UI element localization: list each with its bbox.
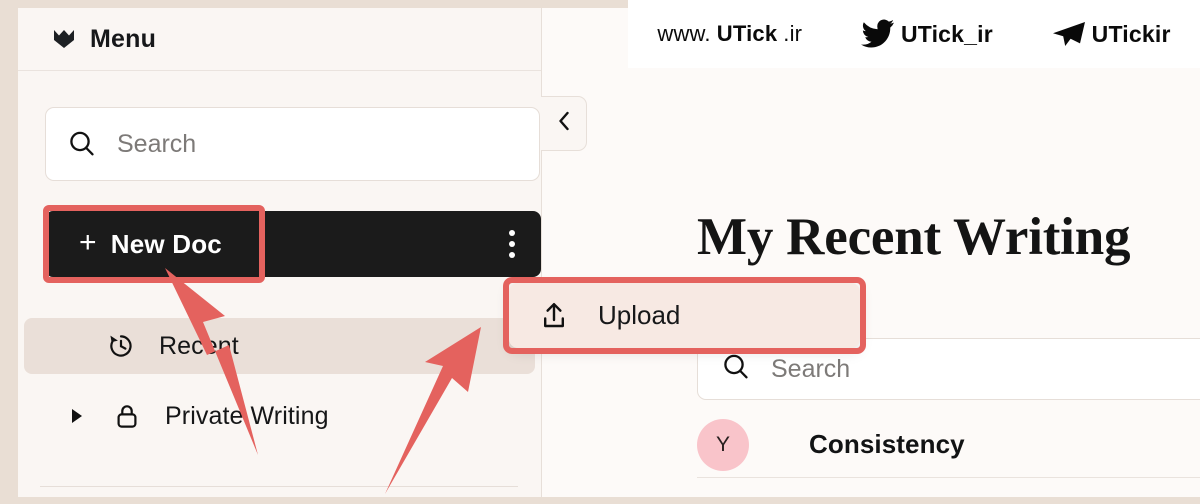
- search-icon: [720, 351, 752, 388]
- sidebar-divider: [40, 486, 518, 487]
- sidebar-item-recent-label: Recent: [159, 331, 239, 360]
- sidebar-header: Menu: [18, 8, 541, 71]
- upload-icon: [537, 299, 571, 333]
- sidebar-item-private-writing-label: Private Writing: [165, 401, 329, 430]
- plus-icon: +: [79, 226, 97, 259]
- watermark-website-prefix: www.: [657, 21, 711, 46]
- watermark-telegram: UTickir: [1052, 20, 1171, 48]
- screenshot-root: Menu Search + New Doc Recent Private Wri…: [0, 0, 1200, 504]
- main-panel: My Recent Writing Search Y Consistency: [542, 8, 1200, 497]
- watermark-twitter: UTick_ir: [860, 19, 993, 49]
- lock-icon: [110, 401, 144, 431]
- history-clock-icon: [104, 331, 138, 361]
- twitter-bird-icon: [860, 19, 895, 49]
- sidebar-item-recent[interactable]: Recent: [24, 318, 535, 374]
- main-search-placeholder: Search: [771, 354, 851, 383]
- app-window: Menu Search + New Doc Recent Private Wri…: [18, 8, 1200, 497]
- sidebar-search-placeholder: Search: [117, 129, 197, 158]
- new-doc-label: New Doc: [110, 228, 222, 259]
- watermark-bar: www. UTick .ir UTick_ir UTickir: [628, 0, 1200, 68]
- avatar: Y: [697, 418, 749, 471]
- page-title: My Recent Writing: [697, 208, 1131, 266]
- upload-label: Upload: [598, 300, 681, 330]
- avatar-letter: Y: [715, 432, 730, 456]
- telegram-plane-icon: [1052, 20, 1086, 48]
- sidebar-item-private-writing[interactable]: Private Writing: [24, 388, 535, 444]
- list-item[interactable]: Y Consistency: [697, 412, 1200, 478]
- menu-title: Menu: [90, 24, 157, 53]
- watermark-twitter-handle: UTick_ir: [900, 20, 993, 47]
- new-doc-bar[interactable]: + New Doc: [45, 211, 541, 277]
- caret-right-icon[interactable]: [62, 407, 92, 425]
- search-icon: [66, 128, 98, 160]
- new-doc-button[interactable]: + New Doc: [79, 226, 222, 260]
- upload-menu-item[interactable]: Upload: [509, 283, 860, 348]
- watermark-website: www. UTick .ir: [657, 21, 802, 47]
- sidebar-search-input[interactable]: Search: [45, 107, 540, 181]
- document-title: Consistency: [809, 429, 965, 459]
- kebab-menu-icon[interactable]: [505, 226, 519, 262]
- chevron-logo-icon: [51, 26, 77, 52]
- watermark-telegram-handle: UTickir: [1091, 20, 1171, 47]
- sidebar: Menu Search + New Doc Recent Private Wri…: [18, 8, 542, 497]
- watermark-website-brand: UTick: [716, 21, 778, 46]
- watermark-website-suffix: .ir: [783, 21, 803, 46]
- collapse-sidebar-button[interactable]: [541, 96, 587, 151]
- chevron-left-icon: [554, 109, 574, 138]
